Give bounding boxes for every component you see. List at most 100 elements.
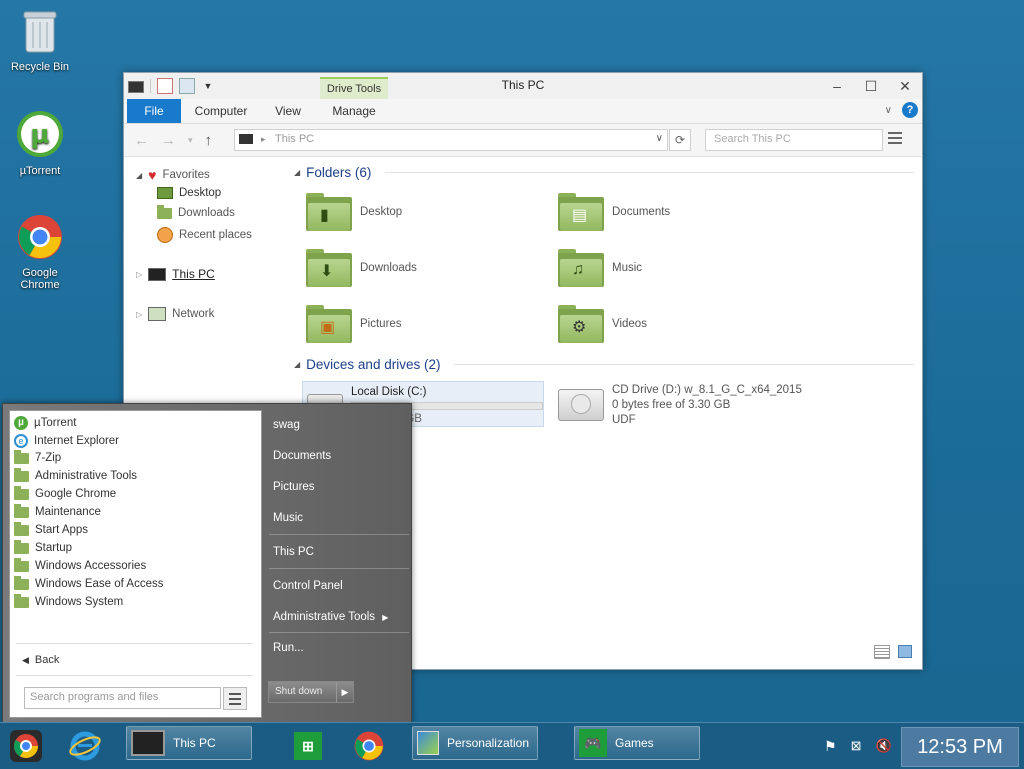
drive-cd-d[interactable]: CD Drive (D:) w_8.1_G_C_x64_2015 0 bytes… xyxy=(558,381,802,428)
program-item[interactable]: µ µTorrent xyxy=(14,416,76,430)
start-item-this-pc[interactable]: This PC xyxy=(273,546,314,558)
clock[interactable]: 12:53 PM xyxy=(901,727,1019,767)
expand-icon[interactable]: ▷ xyxy=(136,270,142,279)
folder-documents[interactable]: ▤ Documents xyxy=(558,193,670,231)
folder-icon xyxy=(14,521,29,536)
start-item-pictures[interactable]: Pictures xyxy=(273,481,315,493)
start-item-control-panel[interactable]: Control Panel xyxy=(273,580,343,592)
folder-label: Music xyxy=(612,262,643,274)
start-right-panel: swag Documents Pictures Music This PC Co… xyxy=(265,404,411,722)
taskbar-this-pc[interactable]: This PC xyxy=(126,726,252,760)
ribbon-expand-icon[interactable]: ∨ xyxy=(885,105,892,116)
collapse-icon[interactable]: ◢ xyxy=(294,360,300,369)
desktop-icon-chrome[interactable]: Google Chrome xyxy=(0,214,80,291)
program-item[interactable]: Maintenance xyxy=(14,503,101,518)
program-label: Windows Ease of Access xyxy=(35,578,164,590)
tab-computer[interactable]: Computer xyxy=(190,99,252,123)
expand-icon[interactable]: ◢ xyxy=(136,171,142,180)
chrome-icon xyxy=(354,731,384,761)
program-item[interactable]: e Internet Explorer xyxy=(14,434,119,448)
nav-downloads[interactable]: Downloads xyxy=(157,204,235,219)
back-arrow-icon[interactable]: ← xyxy=(134,132,149,149)
program-item[interactable]: Administrative Tools xyxy=(14,467,137,482)
chevron-right-icon: ▸ xyxy=(261,134,266,144)
taskbar-personalization[interactable]: Personalization xyxy=(412,726,538,760)
shutdown-button[interactable]: Shut down ▶ xyxy=(268,681,354,703)
shutdown-options-icon[interactable]: ▶ xyxy=(336,682,353,702)
taskbar-chrome[interactable] xyxy=(354,726,384,766)
up-arrow-icon[interactable]: ↑ xyxy=(205,132,213,149)
minimize-button[interactable]: – xyxy=(820,73,854,99)
tab-manage[interactable]: Manage xyxy=(324,99,384,123)
folder-desktop[interactable]: ▮ Desktop xyxy=(306,193,402,231)
svg-text:µ: µ xyxy=(30,120,49,150)
folder-music[interactable]: ♫ Music xyxy=(558,249,642,287)
expand-icon[interactable]: ▷ xyxy=(136,310,142,319)
network-disconnected-icon[interactable]: ⊠ xyxy=(851,738,862,754)
heart-icon: ♥ xyxy=(148,167,157,183)
program-item[interactable]: Windows Accessories xyxy=(14,557,147,572)
divider xyxy=(16,675,253,676)
folders-group-header[interactable]: ◢ Folders (6) xyxy=(294,165,914,180)
start-item-music[interactable]: Music xyxy=(273,512,303,524)
nav-recent-places[interactable]: Recent places xyxy=(157,227,252,243)
chevron-down-icon[interactable]: ∨ xyxy=(656,133,663,144)
program-label: Windows Accessories xyxy=(35,560,147,572)
nav-network[interactable]: ▷ Network xyxy=(136,307,214,321)
start-item-documents[interactable]: Documents xyxy=(273,450,331,462)
maximize-button[interactable]: ☐ xyxy=(854,73,888,99)
start-item-run[interactable]: Run... xyxy=(273,642,304,654)
program-item[interactable]: Windows Ease of Access xyxy=(14,575,164,590)
videos-folder-icon: ⚙ xyxy=(558,305,604,343)
details-view-icon[interactable] xyxy=(874,645,890,659)
program-item[interactable]: Windows System xyxy=(14,593,123,608)
close-button[interactable]: ✕ xyxy=(888,73,922,99)
program-item[interactable]: Start Apps xyxy=(14,521,88,536)
volume-muted-icon[interactable]: 🔇 xyxy=(875,738,891,754)
taskbar-games[interactable]: 🎮 Games xyxy=(574,726,700,760)
help-icon[interactable]: ? xyxy=(902,102,918,118)
taskbar-internet-explorer[interactable] xyxy=(68,726,102,766)
start-search-input[interactable]: Search programs and files xyxy=(24,687,221,709)
folder-downloads[interactable]: ⬇ Downloads xyxy=(306,249,417,287)
nav-this-pc[interactable]: ▷ This PC xyxy=(136,267,215,281)
search-menu-icon[interactable] xyxy=(223,687,247,710)
back-button[interactable]: ◀ Back xyxy=(22,654,59,666)
program-label: Startup xyxy=(35,542,73,554)
ribbon-tabs: File Computer View Manage ∨ ? xyxy=(124,99,922,124)
nav-favorites[interactable]: ◢ ♥ Favorites xyxy=(136,167,210,183)
address-text: This PC xyxy=(275,133,315,145)
program-label: Maintenance xyxy=(35,506,101,518)
tab-view[interactable]: View xyxy=(268,99,308,123)
folder-pictures[interactable]: ▣ Pictures xyxy=(306,305,402,343)
action-center-flag-icon[interactable]: ⚑ xyxy=(824,738,837,755)
program-item[interactable]: 7-Zip xyxy=(14,449,61,464)
taskbar-store[interactable]: ⊞ xyxy=(294,726,322,766)
nav-label: Downloads xyxy=(178,207,235,219)
recent-locations-icon[interactable]: ▾ xyxy=(188,132,193,149)
divider xyxy=(16,643,253,644)
program-item[interactable]: Startup xyxy=(14,539,73,554)
large-icons-view-icon[interactable] xyxy=(898,645,912,658)
shutdown-label: Shut down xyxy=(275,686,323,697)
drives-group-header[interactable]: ◢ Devices and drives (2) xyxy=(294,357,914,372)
refresh-button[interactable]: ⟳ xyxy=(669,129,691,151)
cd-drive-icon xyxy=(558,389,604,421)
forward-arrow-icon[interactable]: → xyxy=(161,132,176,149)
search-input[interactable]: Search This PC xyxy=(705,129,883,151)
start-item-admin-tools[interactable]: Administrative Tools ▶ xyxy=(273,611,388,623)
program-item[interactable]: Google Chrome xyxy=(14,485,116,500)
tab-file[interactable]: File xyxy=(127,99,181,123)
start-button[interactable] xyxy=(8,726,44,766)
desktop-icon-recycle-bin[interactable]: Recycle Bin xyxy=(0,8,80,73)
nav-label: This PC xyxy=(172,267,215,281)
menu-icon[interactable] xyxy=(888,132,902,147)
folder-icon xyxy=(14,557,29,572)
music-folder-icon: ♫ xyxy=(558,249,604,287)
nav-desktop[interactable]: Desktop xyxy=(157,187,221,199)
desktop-icon-utorrent[interactable]: µ µTorrent xyxy=(0,110,80,177)
folder-videos[interactable]: ⚙ Videos xyxy=(558,305,647,343)
start-item-user[interactable]: swag xyxy=(273,419,300,431)
collapse-icon[interactable]: ◢ xyxy=(294,168,300,177)
address-input[interactable]: ▸ This PC ∨ xyxy=(234,129,668,151)
